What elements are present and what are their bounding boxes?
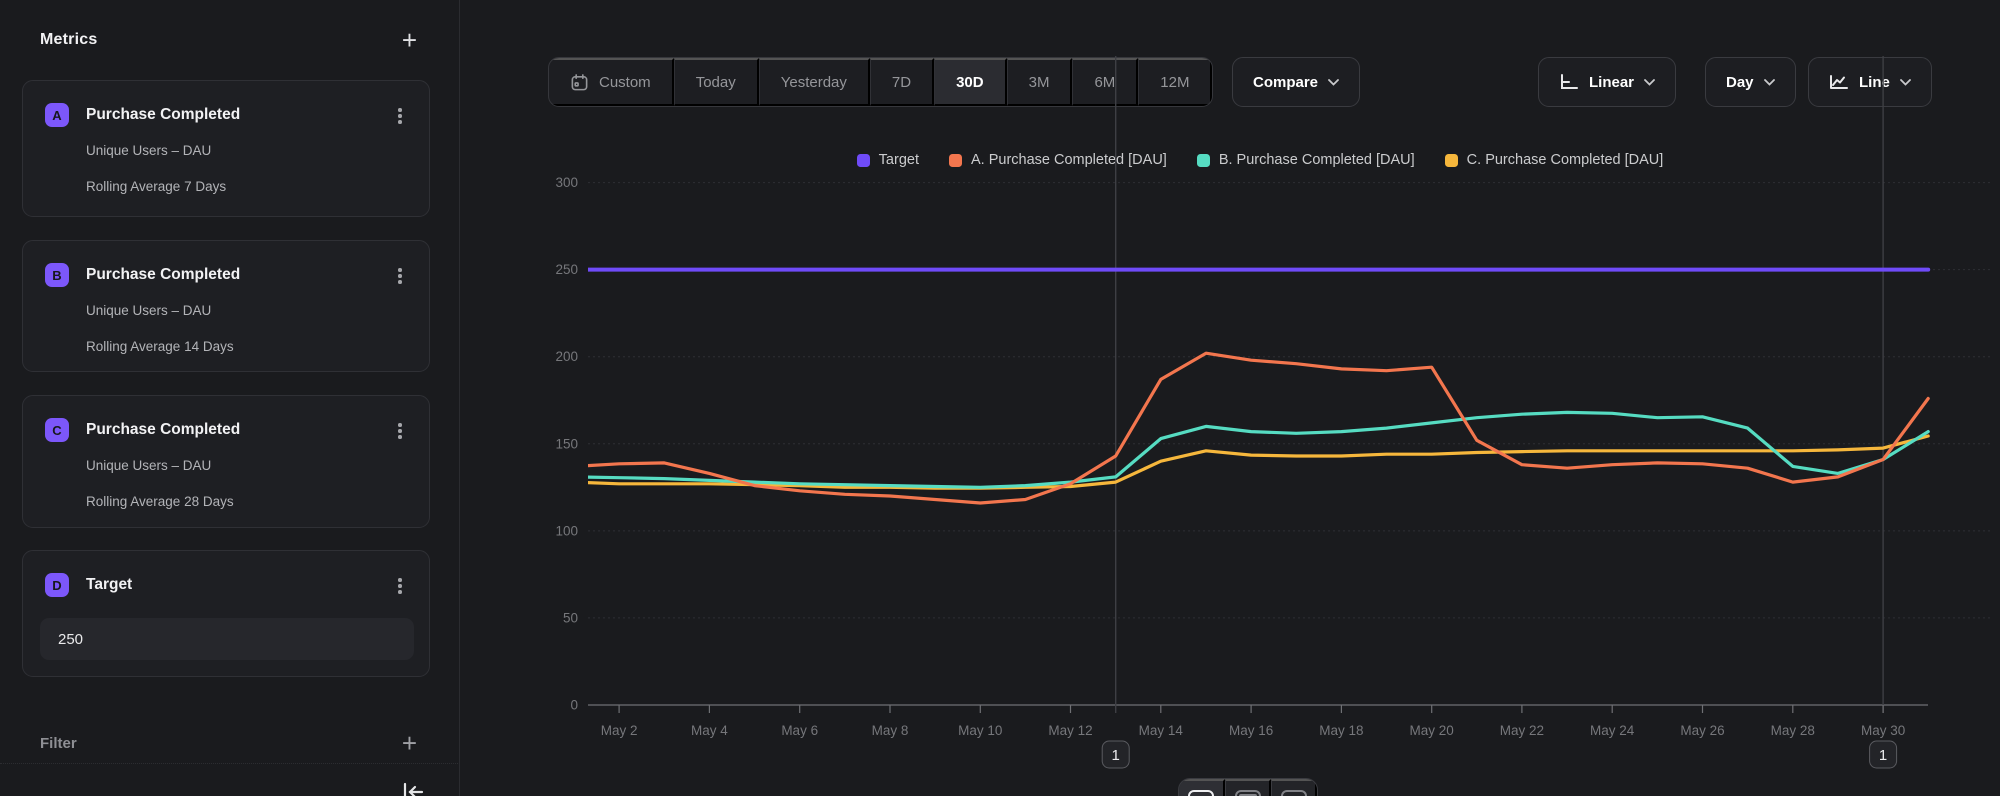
- metric-title: Purchase Completed: [86, 421, 240, 439]
- svg-text:May 24: May 24: [1590, 723, 1635, 738]
- metric-subtitle: Unique Users – DAU: [86, 143, 211, 158]
- filter-section: Filter +: [40, 728, 419, 758]
- svg-text:100: 100: [555, 523, 578, 538]
- svg-text:May 18: May 18: [1319, 723, 1363, 738]
- metric-subtitle: Unique Users – DAU: [86, 458, 211, 473]
- target-value-input[interactable]: [40, 618, 414, 660]
- metrics-header: Metrics +: [40, 24, 419, 56]
- metric-card-a-header: A Purchase Completed: [45, 103, 413, 127]
- annotation-badge: 1: [1870, 741, 1897, 768]
- svg-text:May 8: May 8: [872, 723, 909, 738]
- svg-text:May 28: May 28: [1771, 723, 1815, 738]
- kebab-menu-icon[interactable]: [389, 265, 411, 287]
- svg-text:1: 1: [1112, 747, 1120, 764]
- svg-text:May 2: May 2: [601, 723, 638, 738]
- target-card-header: D Target: [45, 573, 413, 597]
- metric-rollup: Rolling Average 14 Days: [86, 339, 234, 354]
- svg-text:May 22: May 22: [1500, 723, 1544, 738]
- svg-text:May 14: May 14: [1139, 723, 1184, 738]
- view-switcher: [1178, 778, 1318, 796]
- line-chart[interactable]: 0 50 100 150 200 250 300 May 2 May 4 May 6 May 8 Ma…: [460, 0, 2000, 796]
- metric-rollup: Rolling Average 7 Days: [86, 179, 226, 194]
- metric-card-b[interactable]: B Purchase Completed Unique Users – DAU …: [22, 240, 430, 372]
- collapse-sidebar-icon[interactable]: [400, 779, 426, 796]
- add-filter-button[interactable]: +: [400, 730, 419, 756]
- metric-badge-b: B: [45, 263, 69, 287]
- chart-panel-icon: [1188, 790, 1214, 796]
- svg-text:May 6: May 6: [781, 723, 818, 738]
- view-summary-toggle[interactable]: [1225, 779, 1271, 796]
- metric-badge-d: D: [45, 573, 69, 597]
- svg-text:May 30: May 30: [1861, 723, 1905, 738]
- kebab-menu-icon[interactable]: [389, 420, 411, 442]
- svg-text:May 20: May 20: [1410, 723, 1454, 738]
- svg-text:150: 150: [555, 436, 578, 451]
- svg-text:May 4: May 4: [691, 723, 728, 738]
- chart-panel: Custom Today Yesterday 7D 30D 3M 6M 12M …: [460, 0, 2000, 796]
- summary-panel-icon: [1235, 790, 1261, 796]
- metric-badge-c: C: [45, 418, 69, 442]
- target-title: Target: [86, 576, 132, 594]
- svg-text:May 16: May 16: [1229, 723, 1273, 738]
- svg-text:May 10: May 10: [958, 723, 1002, 738]
- metric-card-a[interactable]: A Purchase Completed Unique Users – DAU …: [22, 80, 430, 217]
- svg-text:250: 250: [555, 262, 578, 277]
- metric-title: Purchase Completed: [86, 106, 240, 124]
- filter-title: Filter: [40, 735, 77, 752]
- view-chart-toggle[interactable]: [1179, 779, 1225, 796]
- target-card[interactable]: D Target: [22, 550, 430, 677]
- kebab-menu-icon[interactable]: [389, 105, 411, 127]
- svg-text:May 12: May 12: [1048, 723, 1092, 738]
- table-panel-icon: [1281, 790, 1307, 796]
- svg-text:50: 50: [563, 610, 578, 625]
- svg-text:200: 200: [555, 349, 578, 364]
- svg-text:300: 300: [555, 175, 578, 190]
- kebab-menu-icon[interactable]: [389, 575, 411, 597]
- metric-card-c-header: C Purchase Completed: [45, 418, 413, 442]
- metric-rollup: Rolling Average 28 Days: [86, 494, 234, 509]
- metric-subtitle: Unique Users – DAU: [86, 303, 211, 318]
- metrics-title: Metrics: [40, 31, 97, 49]
- svg-text:May 26: May 26: [1680, 723, 1724, 738]
- add-metric-button[interactable]: +: [400, 27, 419, 53]
- annotation-badge: 1: [1102, 741, 1129, 768]
- metric-card-c[interactable]: C Purchase Completed Unique Users – DAU …: [22, 395, 430, 528]
- sidebar: Metrics + A Purchase Completed Unique Us…: [0, 0, 460, 796]
- sidebar-divider: [0, 763, 460, 764]
- metric-card-b-header: B Purchase Completed: [45, 263, 413, 287]
- svg-text:1: 1: [1879, 747, 1887, 764]
- metric-title: Purchase Completed: [86, 266, 240, 284]
- app-root: Metrics + A Purchase Completed Unique Us…: [0, 0, 2000, 796]
- metric-badge-a: A: [45, 103, 69, 127]
- svg-text:0: 0: [570, 698, 578, 713]
- view-table-toggle[interactable]: [1271, 779, 1317, 796]
